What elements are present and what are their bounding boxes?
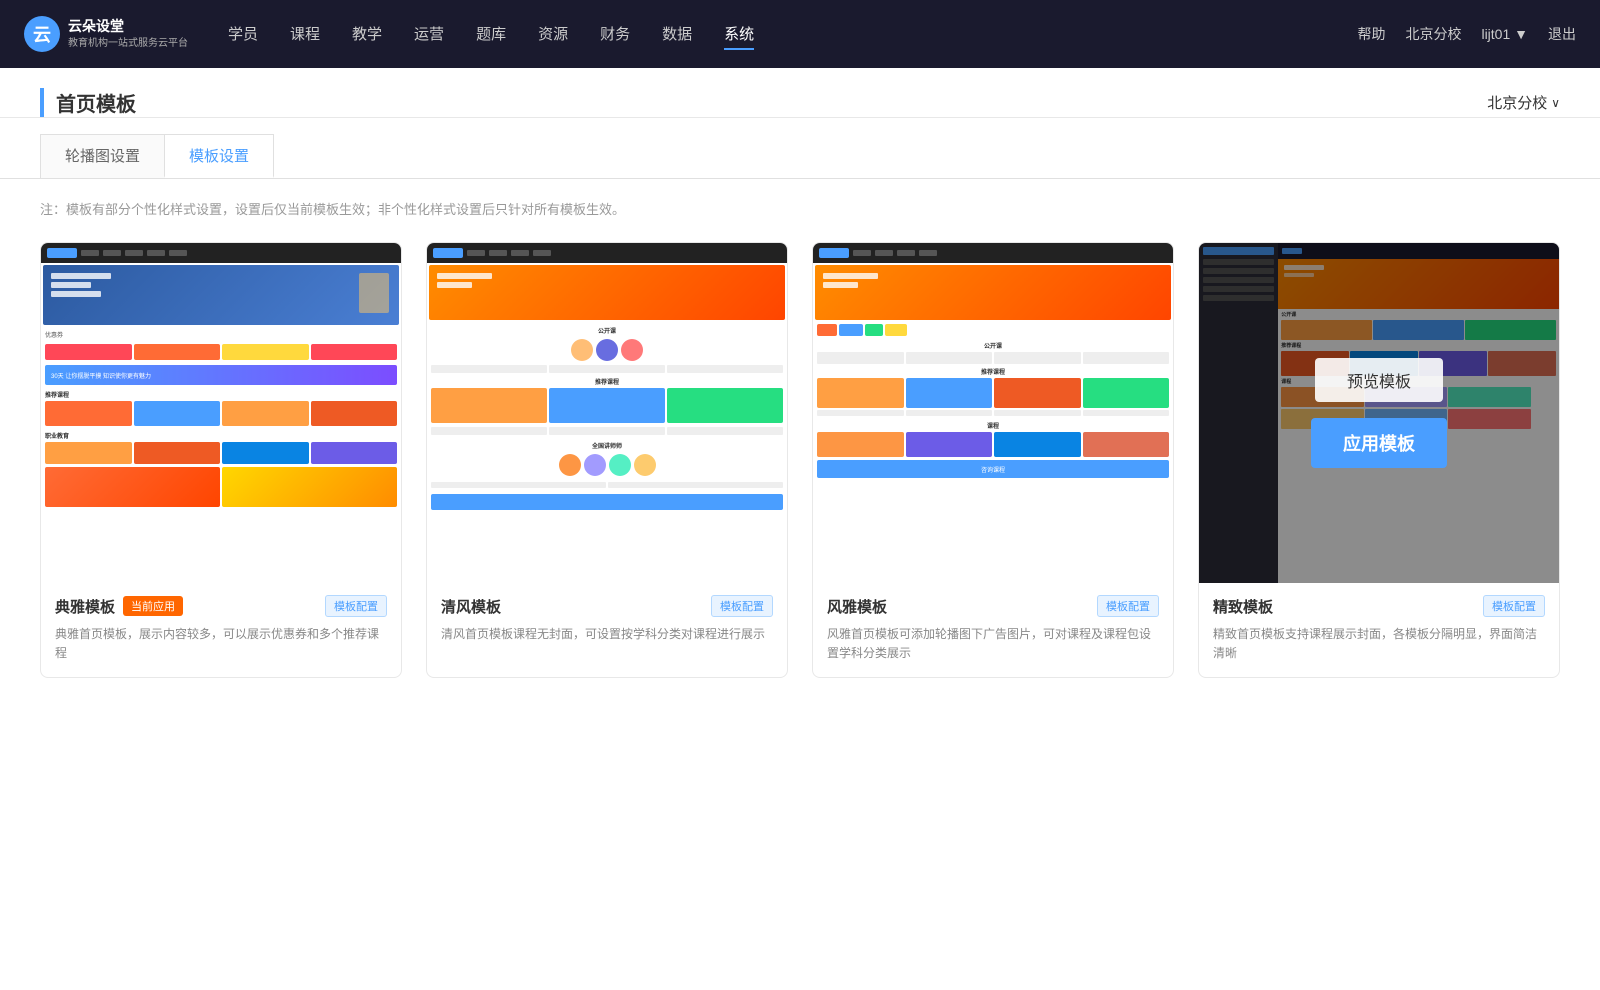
template-preview-2[interactable]: 公开课 推荐课程 bbox=[427, 243, 787, 583]
template-desc-3: 风雅首页模板可添加轮播图下广告图片，可对课程及课程包设置学科分类展示 bbox=[827, 625, 1159, 663]
logout-link[interactable]: 退出 bbox=[1548, 24, 1576, 44]
template-card-1: 优惠券 30天 让你摆脱平摸 知识使你更有魅力 推荐课程 bbox=[40, 242, 402, 678]
current-badge-1: 当前应用 bbox=[123, 596, 183, 616]
help-link[interactable]: 帮助 bbox=[1357, 24, 1385, 44]
page: 首页模板 北京分校 ∨ 轮播图设置 模板设置 注：模板有部分个性化样式设置，设置… bbox=[0, 68, 1600, 990]
tabs-bar: 轮播图设置 模板设置 bbox=[0, 118, 1600, 179]
nav-item-finance[interactable]: 财务 bbox=[600, 19, 630, 50]
navbar: 云 云朵设堂 教育机构一站式服务云平台 学员 课程 教学 运营 题库 资源 财务… bbox=[0, 0, 1600, 68]
nav-item-questions[interactable]: 题库 bbox=[476, 19, 506, 50]
branch-selector[interactable]: 北京分校 ∨ bbox=[1487, 92, 1560, 113]
nav-items: 学员 课程 教学 运营 题库 资源 财务 数据 系统 bbox=[228, 19, 1357, 50]
template-desc-4: 精致首页模板支持课程展示封面，各模板分隔明显，界面简洁清晰 bbox=[1213, 625, 1545, 663]
template-title-row-1: 典雅模板 当前应用 模板配置 bbox=[55, 595, 387, 617]
config-button-2[interactable]: 模板配置 bbox=[711, 595, 773, 617]
template-card-2: 公开课 推荐课程 bbox=[426, 242, 788, 678]
config-button-3[interactable]: 模板配置 bbox=[1097, 595, 1159, 617]
tab-carousel[interactable]: 轮播图设置 bbox=[40, 134, 165, 178]
logo-text: 云朵设堂 教育机构一站式服务云平台 bbox=[68, 17, 188, 51]
template-grid: 优惠券 30天 让你摆脱平摸 知识使你更有魅力 推荐课程 bbox=[40, 242, 1560, 678]
page-title: 首页模板 bbox=[40, 88, 136, 117]
mini-logo bbox=[47, 248, 77, 258]
config-button-4[interactable]: 模板配置 bbox=[1483, 595, 1545, 617]
nav-item-system[interactable]: 系统 bbox=[724, 19, 754, 50]
logo-icon: 云 bbox=[24, 16, 60, 52]
template-info-3: 风雅模板 模板配置 风雅首页模板可添加轮播图下广告图片，可对课程及课程包设置学科… bbox=[813, 583, 1173, 677]
template-desc-2: 清风首页模板课程无封面，可设置按学科分类对课程进行展示 bbox=[441, 625, 773, 644]
template-desc-1: 典雅首页模板，展示内容较多，可以展示优惠券和多个推荐课程 bbox=[55, 625, 387, 663]
nav-item-operations[interactable]: 运营 bbox=[414, 19, 444, 50]
template-info-1: 典雅模板 当前应用 模板配置 典雅首页模板，展示内容较多，可以展示优惠券和多个推… bbox=[41, 583, 401, 677]
tab-template[interactable]: 模板设置 bbox=[164, 134, 274, 178]
template-preview-1[interactable]: 优惠券 30天 让你摆脱平摸 知识使你更有魅力 推荐课程 bbox=[41, 243, 401, 583]
content: 注：模板有部分个性化样式设置，设置后仅当前模板生效；非个性化样式设置后只针对所有… bbox=[0, 179, 1600, 718]
user-dropdown-icon: ▼ bbox=[1514, 26, 1528, 42]
mini-hero-1 bbox=[43, 265, 399, 325]
template-name-4: 精致模板 bbox=[1213, 596, 1273, 617]
note-text: 注：模板有部分个性化样式设置，设置后仅当前模板生效；非个性化样式设置后只针对所有… bbox=[40, 199, 1560, 218]
template-preview-4[interactable]: 公开课 推荐课程 bbox=[1199, 243, 1559, 583]
mini-nav-items bbox=[81, 250, 187, 256]
page-header: 首页模板 北京分校 ∨ bbox=[0, 68, 1600, 118]
nav-item-data[interactable]: 数据 bbox=[662, 19, 692, 50]
preview-template-button[interactable]: 预览模板 bbox=[1315, 358, 1443, 402]
template-info-2: 清风模板 模板配置 清风首页模板课程无封面，可设置按学科分类对课程进行展示 bbox=[427, 583, 787, 658]
template-info-4: 精致模板 模板配置 精致首页模板支持课程展示封面，各模板分隔明显，界面简洁清晰 bbox=[1199, 583, 1559, 677]
logo[interactable]: 云 云朵设堂 教育机构一站式服务云平台 bbox=[24, 16, 188, 52]
template-card-4: 公开课 推荐课程 bbox=[1198, 242, 1560, 678]
nav-item-students[interactable]: 学员 bbox=[228, 19, 258, 50]
template-name-1: 典雅模板 bbox=[55, 596, 115, 617]
config-button-1[interactable]: 模板配置 bbox=[325, 595, 387, 617]
template-name-2: 清风模板 bbox=[441, 596, 501, 617]
chevron-down-icon: ∨ bbox=[1551, 96, 1560, 110]
apply-template-button[interactable]: 应用模板 bbox=[1311, 418, 1447, 468]
template-name-3: 风雅模板 bbox=[827, 596, 887, 617]
template-preview-3[interactable]: 公开课 推荐课程 bbox=[813, 243, 1173, 583]
nav-item-resources[interactable]: 资源 bbox=[538, 19, 568, 50]
template-card-3: 公开课 推荐课程 bbox=[812, 242, 1174, 678]
preview-overlay-4: 预览模板 应用模板 bbox=[1199, 243, 1559, 583]
nav-right: 帮助 北京分校 lijt01 ▼ 退出 bbox=[1357, 24, 1576, 44]
nav-item-teaching[interactable]: 教学 bbox=[352, 19, 382, 50]
branch-link[interactable]: 北京分校 bbox=[1405, 24, 1461, 44]
user-menu[interactable]: lijt01 ▼ bbox=[1481, 26, 1528, 42]
nav-item-courses[interactable]: 课程 bbox=[290, 19, 320, 50]
